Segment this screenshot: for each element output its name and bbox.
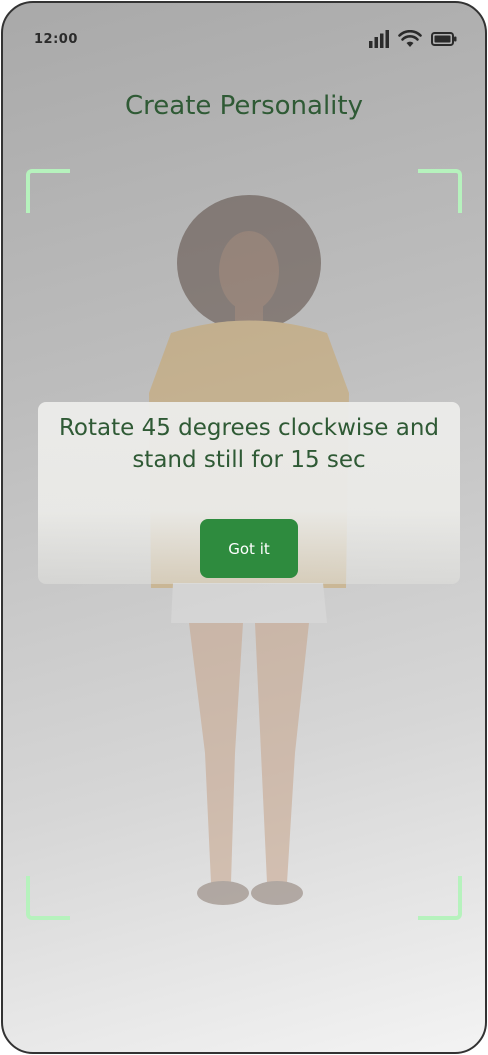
status-time: 12:00 xyxy=(34,32,78,47)
scan-corner-top-left xyxy=(26,169,70,213)
phone-frame: 12:00 Create Personality Rotate 45 degre… xyxy=(1,1,487,1054)
status-bar: 12:00 xyxy=(3,3,485,81)
scan-corner-bottom-left xyxy=(26,876,70,920)
instruction-text: Rotate 45 degrees clockwise and stand st… xyxy=(58,415,440,473)
scan-corner-top-right xyxy=(418,169,462,213)
scan-corner-bottom-right xyxy=(418,876,462,920)
page-title: Create Personality xyxy=(125,91,363,121)
instruction-dialog: Rotate 45 degrees clockwise and stand st… xyxy=(38,402,460,584)
wifi-icon xyxy=(398,30,422,47)
signal-icon xyxy=(369,30,389,48)
battery-icon xyxy=(431,32,457,46)
got-it-button[interactable]: Got it xyxy=(200,519,298,578)
status-icons xyxy=(369,30,457,48)
